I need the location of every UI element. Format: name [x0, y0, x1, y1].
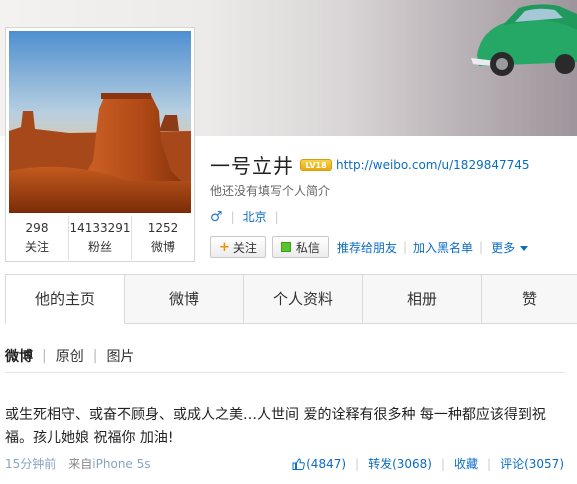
separator: |: [274, 209, 279, 224]
avatar-card: 298 关注 14133291 粉丝 1252 微博: [5, 27, 195, 262]
stat-followers[interactable]: 14133291 粉丝: [69, 216, 132, 260]
stat-posts-label: 微博: [150, 240, 175, 254]
stat-posts[interactable]: 1252 微博: [132, 216, 194, 260]
message-button[interactable]: 私信: [271, 236, 329, 258]
name-row: 一号立井 LV18 http://weibo.com/u/1829847745: [210, 150, 530, 179]
post-time-link[interactable]: 15分钟前: [5, 455, 56, 472]
post-text-line: 福。孩儿她娘 祝福你 加油!: [5, 430, 174, 446]
avatar[interactable]: [9, 31, 191, 213]
tab-likes[interactable]: 赞: [482, 275, 577, 323]
chevron-down-icon: [520, 245, 529, 251]
message-icon: [280, 242, 291, 252]
post-source-label: 来自: [68, 457, 93, 471]
post-actions: (4847) | 转发(3068) | 收藏 | 评论(3057): [292, 455, 564, 472]
tab-home[interactable]: 他的主页: [6, 275, 125, 324]
stat-followers-count: 14133291: [69, 221, 131, 235]
post-text: 或生死相守、或奋不顾身、或成人之美…人世间 爱的诠释有很多种 每一种都应该得到祝…: [5, 404, 565, 450]
separator: |: [479, 240, 484, 254]
follow-button[interactable]: + 关注: [210, 236, 266, 258]
post-meta: 15分钟前 来自 iPhone 5s: [5, 455, 151, 472]
more-dropdown[interactable]: 更多: [491, 239, 529, 256]
profile-intro: 他还没有填写个人简介: [210, 184, 331, 198]
message-label: 私信: [295, 240, 320, 255]
stat-following-count: 298: [25, 221, 49, 235]
location-link[interactable]: 北京: [243, 208, 267, 225]
tab-profile[interactable]: 个人资料: [244, 275, 363, 323]
feed-filter: 微博 | 原创 | 图片: [5, 346, 134, 366]
tab-album[interactable]: 相册: [363, 275, 482, 323]
toy-car-image: [471, 4, 577, 76]
plus-icon: +: [219, 239, 230, 255]
separator: |: [42, 348, 47, 364]
more-label: 更多: [491, 240, 516, 255]
follow-label: 关注: [232, 240, 257, 255]
blacklist-link[interactable]: 加入黑名单: [413, 239, 473, 256]
separator: |: [487, 456, 492, 471]
recommend-link[interactable]: 推荐给朋友: [337, 239, 397, 256]
username: 一号立井: [210, 154, 294, 178]
filter-all[interactable]: 微博: [5, 346, 33, 366]
thumbs-up-icon: [292, 457, 305, 470]
tab-weibo[interactable]: 微博: [125, 275, 244, 323]
favorite-button[interactable]: 收藏: [454, 455, 478, 472]
repost-button[interactable]: 转发(3068): [368, 455, 432, 472]
profile-tabs: 他的主页 微博 个人资料 相册 赞: [5, 274, 577, 324]
separator: |: [355, 456, 360, 471]
stat-following-label: 关注: [24, 240, 49, 254]
comment-button[interactable]: 评论(3057): [500, 455, 564, 472]
separator: |: [402, 240, 407, 254]
profile-url-link[interactable]: http://weibo.com/u/1829847745: [336, 158, 530, 172]
like-count: (4847): [306, 456, 347, 471]
filter-original[interactable]: 原创: [56, 346, 84, 366]
like-button[interactable]: (4847): [292, 457, 346, 471]
profile-stats: 298 关注 14133291 粉丝 1252 微博: [6, 216, 194, 260]
separator: |: [440, 456, 446, 471]
profile-actions: + 关注 私信 推荐给朋友 | 加入黑名单 | 更多: [210, 236, 529, 258]
separator: |: [230, 209, 235, 224]
male-icon: ♂: [210, 208, 223, 225]
stat-followers-label: 粉丝: [87, 240, 112, 254]
post-text-line: 或生死相守、或奋不顾身、或成人之美…人世间 爱的诠释有很多种 每一种都应该得到祝: [5, 407, 546, 423]
level-badge[interactable]: LV18: [300, 158, 332, 171]
separator: |: [92, 348, 98, 364]
stat-posts-count: 1252: [147, 221, 179, 235]
post-device-link[interactable]: iPhone 5s: [92, 457, 150, 471]
location-row: ♂ | 北京 |: [210, 208, 287, 225]
divider: [5, 372, 565, 373]
filter-pictures[interactable]: 图片: [106, 346, 134, 366]
stat-following[interactable]: 298 关注: [6, 216, 69, 260]
